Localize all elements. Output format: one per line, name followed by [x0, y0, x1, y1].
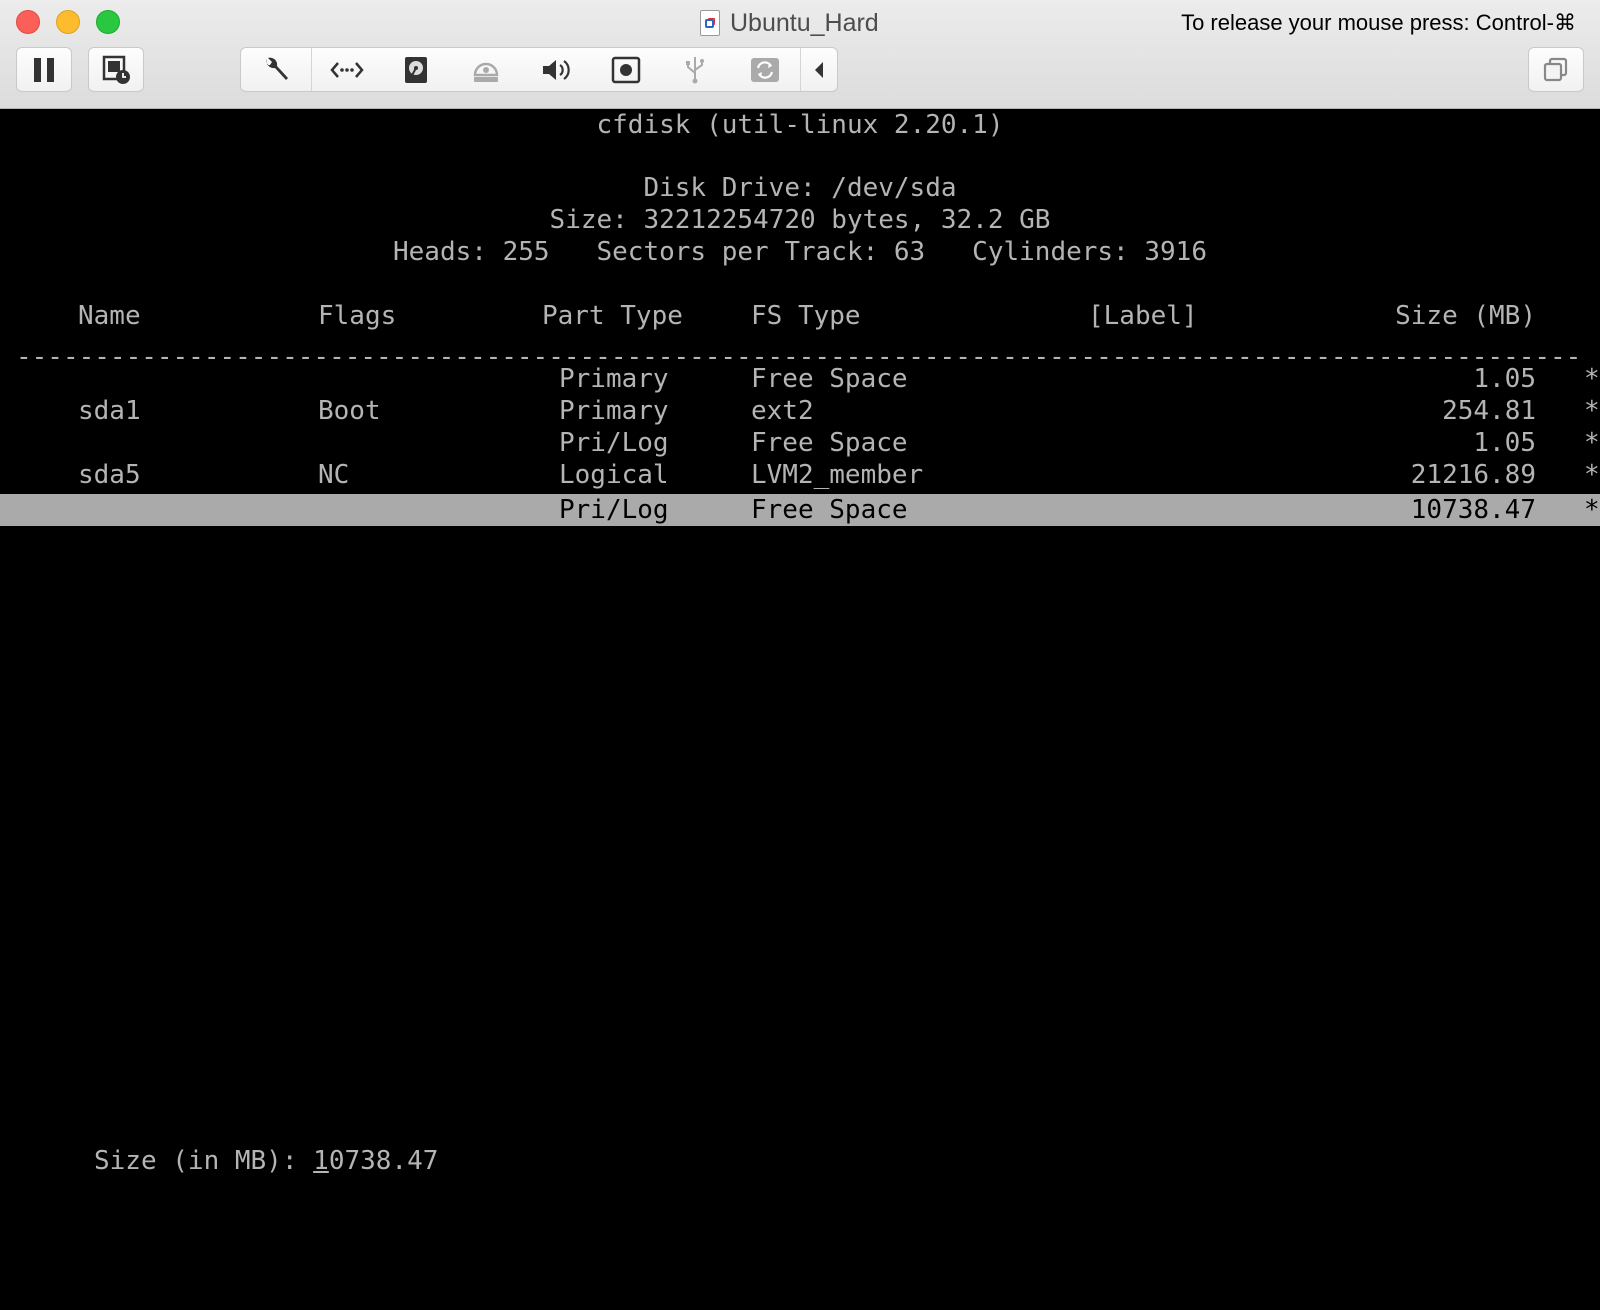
column-header-size: Size (MB) [1395, 301, 1536, 331]
row-flags: NC [318, 460, 350, 490]
row-mark: * [1584, 428, 1600, 458]
pause-button[interactable] [16, 47, 72, 92]
row-mark: * [1584, 396, 1600, 426]
hard-disk-button[interactable] [382, 48, 452, 91]
hard-disk-icon [405, 56, 428, 83]
selected-row-mark: * [1584, 495, 1600, 525]
column-header-flags: Flags [318, 301, 397, 331]
row-fs-type: Free Space [751, 364, 908, 394]
zoom-window-button[interactable] [96, 10, 120, 34]
title-bar: Ubuntu_Hard To release your mouse press:… [0, 0, 1600, 109]
selected-row-part-type[interactable]: Pri/Log [559, 494, 669, 526]
size-prompt-label: Size (in MB): [94, 1146, 314, 1176]
row-fs-type: LVM2_member [751, 460, 924, 490]
fullscreen-icon [1543, 57, 1568, 81]
settings-button[interactable] [241, 48, 312, 91]
disk-drive-line: Disk Drive: /dev/sda [643, 173, 957, 203]
row-size: 254.81 [1442, 396, 1536, 426]
row-flags: Boot [318, 396, 381, 426]
row-size: 21216.89 [1410, 460, 1536, 490]
usb-button[interactable] [661, 48, 731, 91]
shared-folders-button[interactable] [730, 48, 800, 91]
network-button[interactable] [312, 48, 382, 91]
optical-drive-button[interactable] [451, 48, 521, 91]
size-prompt-value[interactable]: 0738.47 [329, 1146, 439, 1176]
row-name: sda5 [78, 460, 141, 490]
row-size: 1.05 [1473, 428, 1536, 458]
device-toolbar [240, 47, 838, 92]
size-prompt[interactable]: Size (in MB): 10738.47 [94, 1145, 438, 1177]
cfdisk-header: cfdisk (util-linux 2.20.1) [596, 110, 1004, 140]
window-title: Ubuntu_Hard [700, 6, 879, 40]
usb-icon [686, 56, 705, 83]
vm-document-icon [700, 10, 720, 36]
column-header-name: Name [78, 301, 141, 331]
sound-button[interactable] [521, 48, 591, 91]
minimize-window-button[interactable] [56, 10, 80, 34]
size-prompt-cursor-char[interactable]: 1 [313, 1146, 329, 1176]
collapse-toolbar-button[interactable] [800, 48, 837, 91]
disk-geometry-line: Heads: 255 Sectors per Track: 63 Cylinde… [393, 237, 1207, 267]
row-name: sda1 [78, 396, 141, 426]
row-fs-type: Free Space [751, 428, 908, 458]
pause-icon [34, 57, 54, 82]
window-title-text: Ubuntu_Hard [730, 8, 879, 37]
snapshot-icon [102, 55, 130, 84]
row-mark: * [1584, 364, 1600, 394]
vm-window: Ubuntu_Hard To release your mouse press:… [0, 0, 1600, 1310]
camera-icon [611, 56, 640, 83]
row-part-type: Primary [559, 364, 669, 394]
network-icon [329, 61, 364, 78]
row-fs-type: ext2 [751, 396, 814, 426]
collapse-arrow-icon [815, 61, 824, 78]
settings-wrench-icon [266, 57, 288, 80]
release-mouse-hint: To release your mouse press: Control-⌘ [1181, 10, 1576, 35]
column-header-fs-type: FS Type [751, 301, 861, 331]
row-part-type: Pri/Log [559, 428, 669, 458]
shared-folders-icon [751, 57, 780, 82]
row-part-type: Primary [559, 396, 669, 426]
row-part-type: Logical [559, 460, 669, 490]
sound-icon [542, 59, 570, 80]
fullscreen-button[interactable] [1528, 47, 1584, 92]
camera-button[interactable] [591, 48, 661, 91]
column-header-label: [Label] [1088, 301, 1198, 331]
snapshot-button[interactable] [88, 47, 144, 92]
optical-drive-icon [473, 62, 499, 82]
selected-row-size[interactable]: 10738.47 [1300, 494, 1536, 526]
disk-size-line: Size: 32212254720 bytes, 32.2 GB [549, 205, 1051, 235]
row-size: 1.05 [1473, 364, 1536, 394]
column-header-part-type: Part Type [542, 301, 683, 331]
selected-row-fs-type[interactable]: Free Space [751, 494, 908, 526]
row-mark: * [1584, 460, 1600, 490]
vm-console[interactable]: cfdisk (util-linux 2.20.1) Disk Drive: /… [0, 109, 1600, 1310]
close-window-button[interactable] [16, 10, 40, 34]
